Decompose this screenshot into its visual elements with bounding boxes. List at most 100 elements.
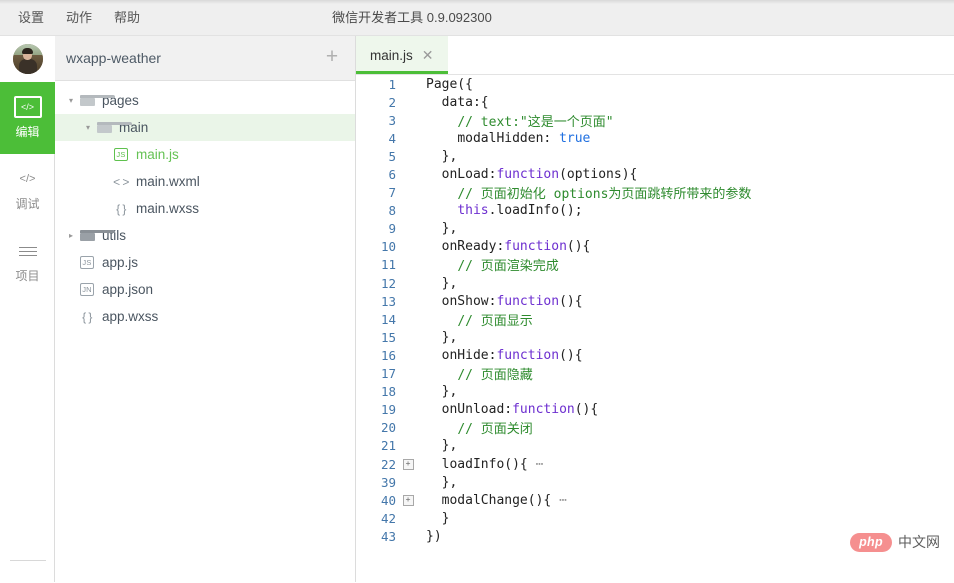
avatar-cell[interactable] — [0, 36, 55, 82]
code-line: 14 // 页面显示 — [356, 310, 954, 328]
code-token: modalChange(){ — [442, 493, 559, 508]
hamburger-bar — [19, 247, 37, 248]
code-line: 13 onShow:function(){ — [356, 292, 954, 310]
code-text: // 页面关闭 — [420, 418, 533, 437]
line-number: 12 — [356, 276, 396, 291]
menu-help[interactable]: 帮助 — [114, 0, 140, 36]
line-number: 13 — [356, 294, 396, 309]
folder-icon — [77, 95, 97, 106]
avatar[interactable] — [13, 44, 43, 74]
chevron-right-icon[interactable]: ▸ — [65, 231, 77, 240]
code-token: function — [496, 348, 559, 363]
line-number: 2 — [356, 95, 396, 110]
menu-actions[interactable]: 动作 — [66, 0, 92, 36]
code-text: onHide:function(){ — [420, 348, 583, 363]
tree-row[interactable]: ▸utils — [55, 222, 355, 249]
code-token: }, — [442, 475, 458, 490]
code-token: (){ — [559, 294, 582, 309]
code-brackets-icon: </> — [14, 96, 42, 118]
code-text: data:{ — [420, 95, 489, 110]
line-number: 43 — [356, 529, 396, 544]
code-text: }, — [420, 330, 457, 345]
code-text: onShow:function(){ — [420, 294, 583, 309]
app-title: 微信开发者工具 0.9.092300 — [0, 0, 954, 36]
code-text: }, — [420, 276, 457, 291]
code-line: 17 // 页面隐藏 — [356, 365, 954, 383]
tab-main-js[interactable]: main.js ✕ — [356, 36, 448, 74]
tree-row[interactable]: ·< >main.wxml — [55, 168, 355, 195]
line-number: 5 — [356, 149, 396, 164]
add-file-button[interactable]: + — [321, 47, 343, 69]
tree-row[interactable]: ·JSapp.js — [55, 249, 355, 276]
fold-toggle[interactable]: + — [396, 495, 420, 506]
rail-item-edit[interactable]: </> 编辑 — [0, 82, 55, 154]
close-icon[interactable]: ✕ — [422, 49, 434, 61]
tree-row[interactable]: ·{ }main.wxss — [55, 195, 355, 222]
tree-row[interactable]: ·JSmain.js — [55, 141, 355, 168]
explorer-header: wxapp-weather + — [55, 36, 355, 81]
code-line: 1Page({ — [356, 75, 954, 93]
rail-item-project-label: 项目 — [15, 267, 39, 284]
code-token: }, — [442, 438, 458, 453]
hamburger-bar — [19, 251, 37, 252]
tree-row[interactable]: ·JNapp.json — [55, 276, 355, 303]
code-token: onLoad: — [442, 167, 497, 182]
chevron-down-icon[interactable]: ▾ — [82, 123, 94, 132]
code-brackets-icon: </> — [15, 168, 41, 190]
code-content[interactable]: 1Page({2 data:{3 // text:"这是一个页面"4 modal… — [356, 75, 954, 583]
twisty-spacer: · — [99, 177, 111, 186]
code-line: 16 onHide:function(){ — [356, 346, 954, 364]
code-text: }, — [420, 384, 457, 399]
code-line: 12 }, — [356, 274, 954, 292]
line-number: 9 — [356, 221, 396, 236]
code-token: (options){ — [559, 167, 637, 182]
line-number: 8 — [356, 203, 396, 218]
line-number: 39 — [356, 475, 396, 490]
code-line: 15 }, — [356, 328, 954, 346]
wxss-file-icon: { } — [77, 310, 97, 324]
code-text: // 页面隐藏 — [420, 364, 533, 383]
code-token: }) — [426, 529, 442, 544]
hamburger-icon — [15, 240, 41, 262]
rail-item-project[interactable]: 项目 — [0, 226, 55, 298]
code-line: 2 data:{ — [356, 93, 954, 111]
json-file-icon: JN — [77, 283, 97, 296]
code-line: 40+ modalChange(){ ⋯ — [356, 491, 954, 509]
twisty-spacer: · — [99, 204, 111, 213]
code-text: // text:"这是一个页面" — [420, 111, 614, 130]
tree-row[interactable]: ▾pages — [55, 87, 355, 114]
fold-toggle[interactable]: + — [396, 459, 420, 470]
tab-active-underline — [356, 71, 448, 74]
twisty-spacer: · — [65, 258, 77, 267]
line-number: 10 — [356, 239, 396, 254]
rail-item-edit-label: 编辑 — [15, 123, 39, 140]
code-text: modalChange(){ ⋯ — [420, 493, 567, 508]
js-badge: JS — [114, 148, 128, 161]
code-token: this — [457, 203, 488, 218]
code-token: onUnload: — [442, 402, 512, 417]
code-line: 21 }, — [356, 437, 954, 455]
line-number: 4 — [356, 131, 396, 146]
tree-row[interactable]: ·{ }app.wxss — [55, 303, 355, 330]
php-logo-icon: php — [850, 533, 892, 552]
tree-row[interactable]: ▾main — [55, 114, 355, 141]
rail-item-debug[interactable]: </> 调试 — [0, 154, 55, 226]
js-file-icon: JS — [77, 256, 97, 269]
expand-icon[interactable]: + — [403, 459, 414, 470]
line-number: 16 — [356, 348, 396, 363]
line-number: 18 — [356, 384, 396, 399]
code-line: 9 }, — [356, 220, 954, 238]
wxss-file-icon: { } — [111, 202, 131, 216]
line-number: 17 — [356, 366, 396, 381]
chevron-down-icon[interactable]: ▾ — [65, 96, 77, 105]
expand-icon[interactable]: + — [403, 495, 414, 506]
line-number: 11 — [356, 257, 396, 272]
menu-bar: 微信开发者工具 0.9.092300 设置 动作 帮助 — [0, 0, 954, 36]
code-line: 39 }, — [356, 473, 954, 491]
line-number: 6 — [356, 167, 396, 182]
code-token: loadInfo(){ — [442, 457, 536, 472]
code-token: // 页面隐藏 — [457, 368, 532, 383]
menu-settings[interactable]: 设置 — [18, 0, 44, 36]
line-number: 3 — [356, 113, 396, 128]
code-text: onLoad:function(options){ — [420, 167, 637, 182]
